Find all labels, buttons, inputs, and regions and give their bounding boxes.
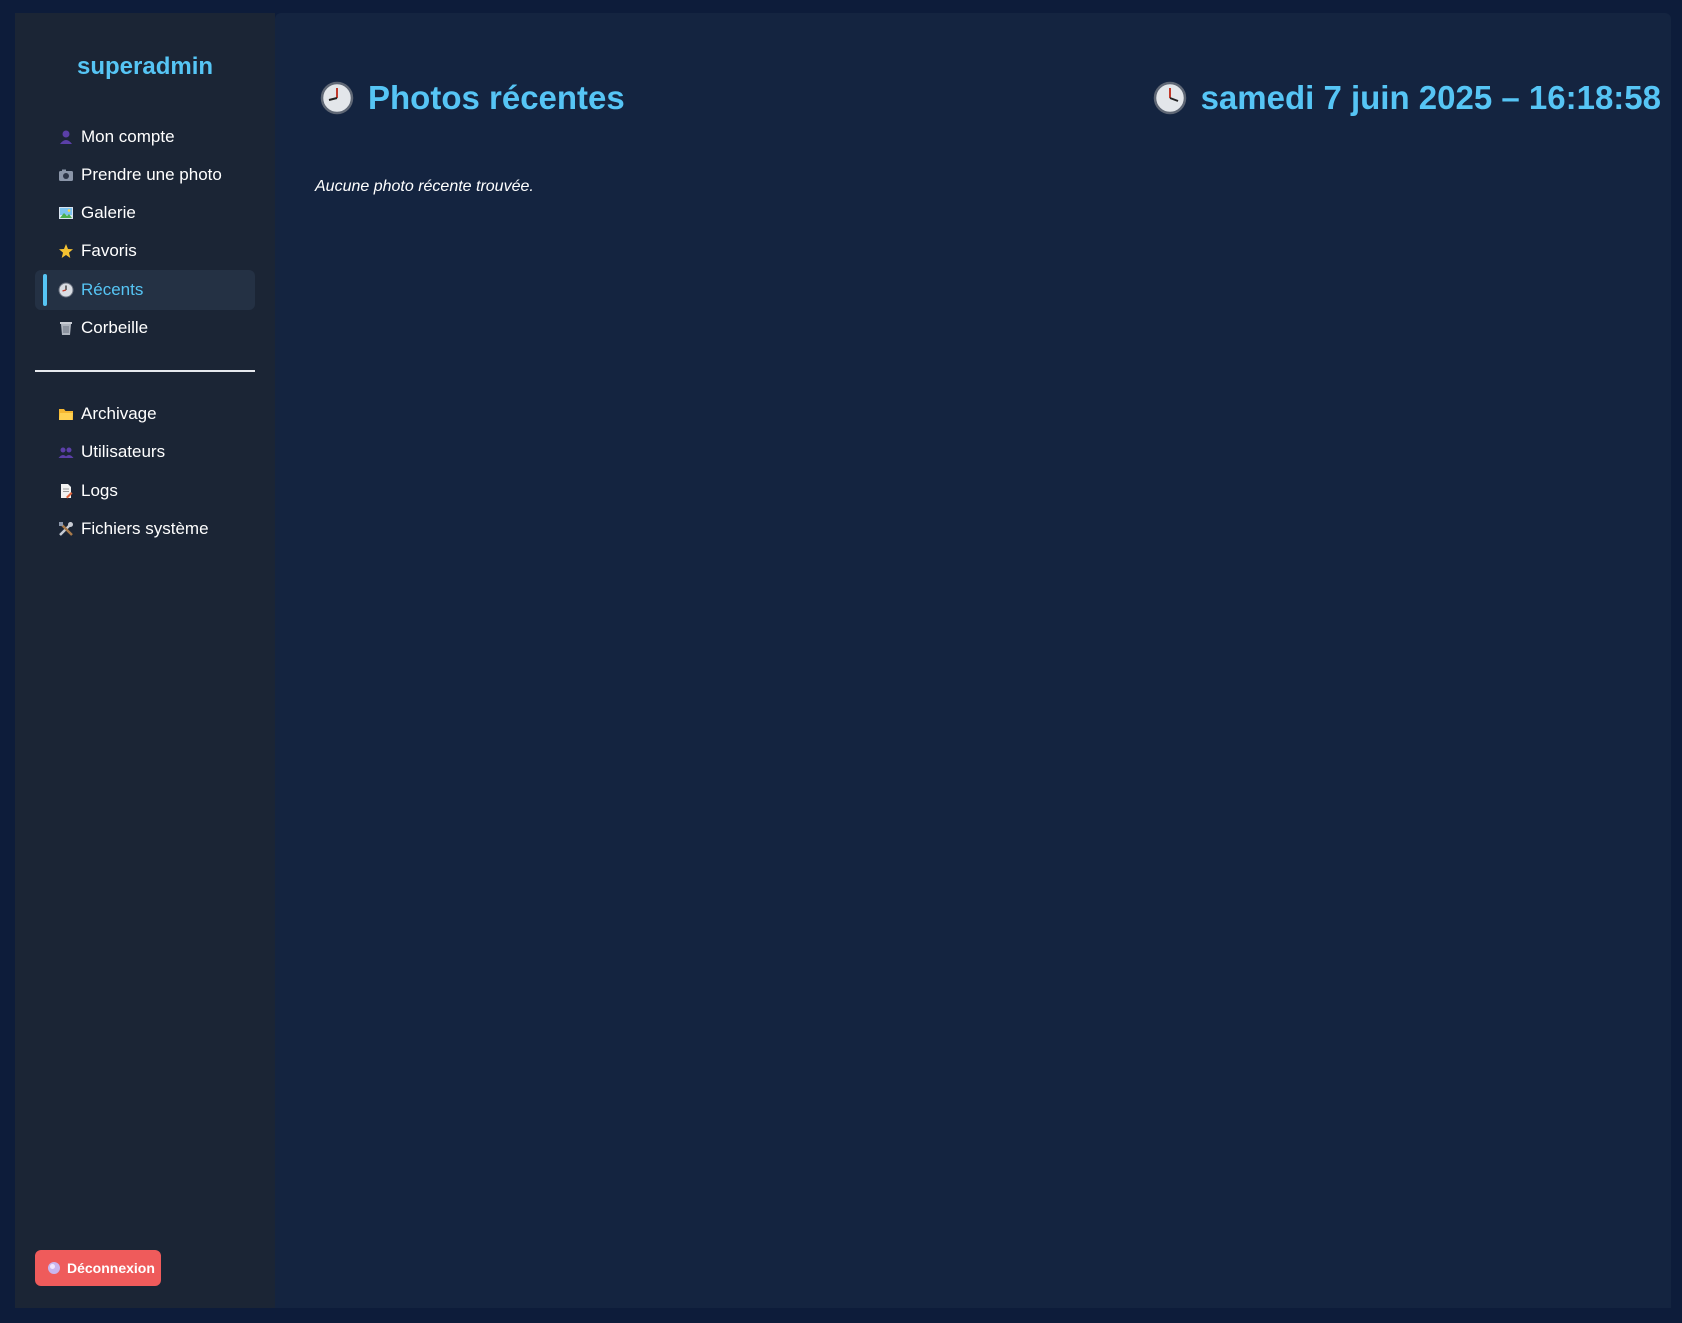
sidebar: superadmin Mon compte Prendre une photo … <box>15 13 275 1308</box>
folder-icon <box>57 405 75 423</box>
document-icon <box>57 482 75 500</box>
sidebar-item-label: Utilisateurs <box>81 442 166 461</box>
datetime-display: samedi 7 juin 2025 – 16:18:58 <box>1153 79 1661 117</box>
page-header: Photos récentes <box>320 79 625 117</box>
logout-icon <box>47 1261 61 1275</box>
page-title: Photos récentes <box>368 79 625 116</box>
sidebar-item-label: Récents <box>81 280 144 299</box>
sidebar-item-utilisateurs[interactable]: Utilisateurs <box>35 432 255 472</box>
camera-icon <box>57 166 75 184</box>
logout-button[interactable]: Déconnexion <box>35 1250 161 1286</box>
sidebar-item-label: Galerie <box>81 203 136 222</box>
username: superadmin <box>76 53 214 80</box>
sidebar-item-archivage[interactable]: Archivage <box>35 394 255 434</box>
sidebar-item-label: Favoris <box>81 241 137 260</box>
sidebar-item-label: Mon compte <box>81 127 175 146</box>
user-icon <box>57 128 75 146</box>
sidebar-item-label: Archivage <box>81 404 157 423</box>
sidebar-item-prendre-une-photo[interactable]: Prendre une photo <box>35 155 255 195</box>
sidebar-item-favoris[interactable]: Favoris <box>35 231 255 271</box>
clock-icon <box>320 81 354 115</box>
clock-icon <box>57 281 75 299</box>
sidebar-item-label: Corbeille <box>81 318 149 337</box>
sidebar-item-fichiers-systeme[interactable]: Fichiers système <box>35 509 255 549</box>
logout-label: Déconnexion <box>67 1260 155 1276</box>
sidebar-item-label: Fichiers système <box>81 519 209 538</box>
picture-icon <box>57 204 75 222</box>
users-icon <box>57 443 75 461</box>
empty-message: Aucune photo récente trouvée. <box>315 178 534 195</box>
app-frame: superadmin Mon compte Prendre une photo … <box>15 13 1671 1323</box>
sidebar-item-logs[interactable]: Logs <box>35 471 255 511</box>
sidebar-item-label: Prendre une photo <box>81 165 222 184</box>
sidebar-item-galerie[interactable]: Galerie <box>35 193 255 233</box>
trash-icon <box>57 319 75 337</box>
sidebar-item-corbeille[interactable]: Corbeille <box>35 308 255 348</box>
sidebar-divider <box>35 370 255 372</box>
sidebar-item-recents[interactable]: Récents <box>35 270 255 310</box>
sidebar-item-label: Logs <box>81 481 118 500</box>
star-icon <box>57 242 75 260</box>
tools-icon <box>57 520 75 538</box>
sidebar-item-mon-compte[interactable]: Mon compte <box>35 117 255 157</box>
clock-icon <box>1153 81 1187 115</box>
main-content: Photos récentes samedi 7 juin 2025 – 16:… <box>275 13 1671 1308</box>
datetime-text: samedi 7 juin 2025 – 16:18:58 <box>1200 79 1661 116</box>
